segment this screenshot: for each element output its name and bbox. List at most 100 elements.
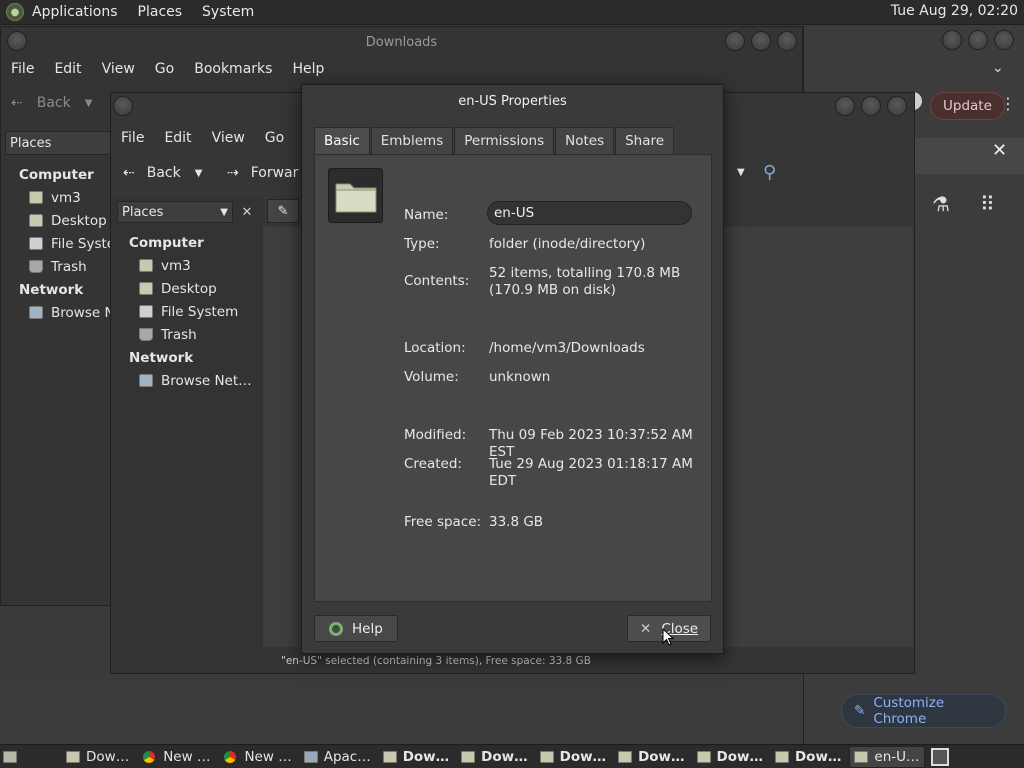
- tab-emblems[interactable]: Emblems: [370, 127, 454, 154]
- menu-view[interactable]: View: [212, 130, 245, 146]
- workspace-switcher[interactable]: [929, 746, 951, 768]
- task-label: Dow…: [402, 748, 450, 765]
- back-label: Back: [146, 165, 181, 181]
- search-icon[interactable]: ⚲: [763, 162, 776, 183]
- task-apache[interactable]: Apac…: [300, 746, 375, 768]
- menu-file[interactable]: File: [121, 130, 144, 146]
- menu-go[interactable]: Go: [155, 61, 174, 77]
- sidebar-item-vm3[interactable]: vm3: [129, 254, 259, 277]
- sidebar-item-browse-network[interactable]: Browse Ne: [19, 301, 111, 324]
- tab-permissions[interactable]: Permissions: [454, 127, 555, 154]
- downloads-titlebar: Downloads: [1, 27, 802, 57]
- task-downloads[interactable]: Dow…: [536, 746, 610, 768]
- minimize-button[interactable]: [942, 30, 962, 50]
- folder-icon: [696, 750, 711, 763]
- close-button[interactable]: [777, 31, 797, 51]
- sidebar-item-trash[interactable]: Trash: [129, 323, 259, 346]
- customize-chrome-button[interactable]: ✎ Customize Chrome: [841, 694, 1006, 728]
- task-downloads[interactable]: Dow…: [379, 746, 453, 768]
- sidebar-item-vm3[interactable]: vm3: [19, 186, 111, 209]
- task-downloads[interactable]: Dow…: [771, 746, 845, 768]
- places-selector[interactable]: Places: [5, 131, 113, 155]
- update-button[interactable]: Update: [930, 92, 1005, 120]
- tab-share[interactable]: Share: [615, 127, 675, 154]
- forward-button[interactable]: ⇢ Forwar: [227, 165, 298, 181]
- task-en-us-properties[interactable]: en-U…: [849, 745, 925, 768]
- close-button[interactable]: [994, 30, 1014, 50]
- type-label: Type:: [404, 236, 440, 252]
- more-vert-icon[interactable]: ⋮: [1000, 94, 1016, 113]
- menu-help[interactable]: Help: [292, 61, 324, 77]
- task-downloads[interactable]: Dow…: [693, 746, 767, 768]
- menu-edit[interactable]: Edit: [54, 61, 81, 77]
- task-label: Apac…: [323, 748, 371, 765]
- panel-menu-system[interactable]: System: [202, 4, 254, 20]
- task-downloads[interactable]: Dow…: [614, 746, 688, 768]
- tab-label: Emblems: [380, 133, 444, 149]
- name-label: Name:: [404, 207, 449, 223]
- menu-view[interactable]: View: [102, 61, 135, 77]
- task-chrome-new-tab[interactable]: New …: [218, 746, 295, 768]
- maximize-button[interactable]: [751, 31, 771, 51]
- tab-label: Permissions: [464, 133, 545, 149]
- labs-flask-icon[interactable]: ⚗: [932, 192, 950, 216]
- help-button[interactable]: Help: [314, 615, 398, 642]
- back-label: Back: [36, 95, 71, 111]
- panel-menu-applications[interactable]: Applications: [32, 4, 118, 20]
- maximize-button[interactable]: [861, 96, 881, 116]
- back-button[interactable]: ⇠ Back ▼: [11, 95, 92, 111]
- sidebar-item-desktop[interactable]: Desktop: [19, 209, 111, 232]
- contents-value-line2: (170.9 MB on disk): [489, 282, 616, 298]
- places-label: Places: [122, 204, 164, 220]
- maximize-button[interactable]: [968, 30, 988, 50]
- menu-go[interactable]: Go: [265, 130, 284, 146]
- tab-notes[interactable]: Notes: [555, 127, 615, 154]
- back-button[interactable]: ⇠ Back ▼: [123, 165, 202, 181]
- back-arrow-icon: ⇠: [11, 95, 23, 111]
- chrome-infobar: [914, 138, 1024, 174]
- window-menu-button[interactable]: [7, 31, 27, 51]
- menu-edit[interactable]: Edit: [164, 130, 191, 146]
- minimize-button[interactable]: [835, 96, 855, 116]
- minimize-button[interactable]: [725, 31, 745, 51]
- tab-basic[interactable]: Basic: [314, 127, 370, 154]
- apps-grid-icon[interactable]: ⠿: [980, 192, 995, 216]
- task-label: Dow…: [716, 748, 763, 765]
- close-sidebar-icon[interactable]: ✕: [237, 201, 257, 223]
- window-menu-button-wrap: [7, 31, 27, 51]
- sidebar-item-label: vm3: [161, 257, 191, 274]
- menu-file[interactable]: File: [11, 61, 34, 77]
- menu-bookmarks[interactable]: Bookmarks: [194, 61, 272, 77]
- sidebar-item-browse-network[interactable]: Browse Net…: [129, 369, 259, 392]
- sidebar-item-trash[interactable]: Trash: [19, 255, 111, 278]
- sidebar-item-filesystem[interactable]: File System: [129, 300, 259, 323]
- folder-icon-button[interactable]: [328, 168, 383, 223]
- edit-location-icon[interactable]: ✎: [267, 199, 299, 223]
- close-infobar-icon[interactable]: ✕: [992, 140, 1007, 161]
- chevron-down-icon[interactable]: ⌄: [992, 60, 1004, 76]
- downloads-window-controls: [725, 31, 797, 51]
- window-menu-button[interactable]: [113, 96, 133, 116]
- free-space-value: 33.8 GB: [489, 514, 544, 530]
- name-field[interactable]: [487, 201, 692, 225]
- sidebar-item-filesystem[interactable]: File Syster: [19, 232, 111, 255]
- mouse-cursor-icon: [662, 628, 674, 646]
- sidebar-item-label: Trash: [161, 326, 197, 343]
- contents-value-line1: 52 items, totalling 170.8 MB: [489, 265, 681, 281]
- sidebar-item-desktop[interactable]: Desktop: [129, 277, 259, 300]
- close-button[interactable]: [887, 96, 907, 116]
- task-downloads[interactable]: Dow…: [62, 746, 133, 768]
- dropdown-arrow-icon[interactable]: ▼: [737, 167, 745, 178]
- panel-menu-places[interactable]: Places: [138, 4, 183, 20]
- show-desktop-icon[interactable]: [0, 746, 26, 768]
- chrome-icon: [222, 748, 239, 765]
- places-selector[interactable]: Places ▼: [117, 201, 233, 223]
- task-chrome-new-tab[interactable]: New …: [137, 746, 214, 768]
- panel-clock[interactable]: Tue Aug 29, 02:20: [891, 3, 1018, 19]
- gnome-foot-icon[interactable]: ●: [6, 3, 24, 21]
- pencil-icon: ✎: [854, 703, 866, 719]
- task-downloads[interactable]: Dow…: [457, 746, 531, 768]
- dropdown-arrow-icon: ▼: [220, 206, 228, 218]
- desktop-icon: [3, 750, 17, 763]
- close-x-icon: ✕: [640, 620, 652, 637]
